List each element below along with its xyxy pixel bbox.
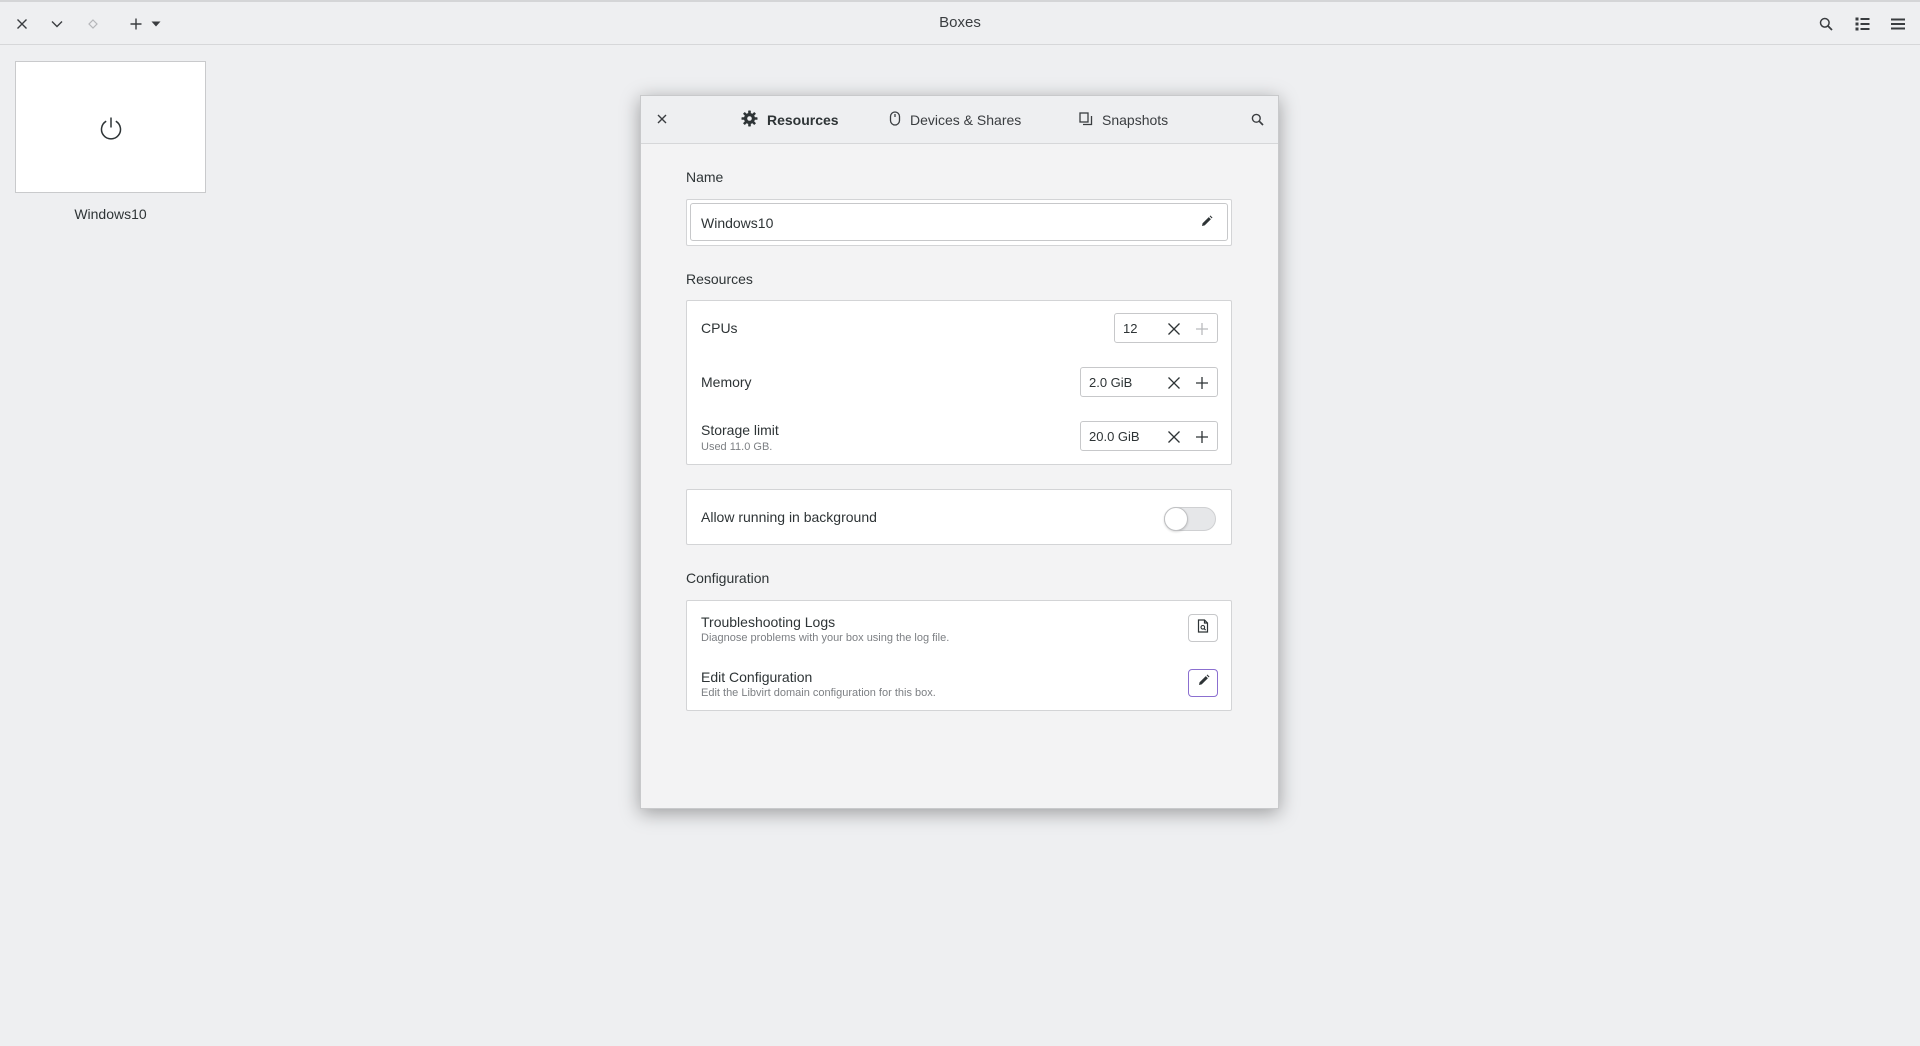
header-bar: Boxes	[0, 0, 1920, 45]
memory-value: 2.0 GiB	[1089, 375, 1133, 390]
cpus-increase-icon[interactable]	[1194, 321, 1210, 337]
dialog-close-icon[interactable]	[652, 109, 672, 129]
resources-section-label: Resources	[686, 271, 753, 287]
resources-card: CPUs 12 Memory 2.0 GiB Storage limit Use…	[686, 300, 1232, 465]
background-card: Allow running in background	[686, 489, 1232, 545]
hamburger-menu-icon[interactable]	[1888, 12, 1908, 36]
configuration-section-label: Configuration	[686, 570, 770, 586]
storage-row: Storage limit Used 11.0 GB. 20.0 GiB	[687, 409, 1231, 465]
tab-devices-shares-label: Devices & Shares	[910, 112, 1022, 128]
dialog-header: Resources Devices & Shares Snapshots	[641, 96, 1278, 144]
mouse-icon	[889, 111, 901, 129]
edit-configuration-row: Edit Configuration Edit the Libvirt doma…	[687, 656, 1231, 711]
edit-configuration-description: Edit the Libvirt domain configuration fo…	[701, 687, 936, 699]
tab-snapshots-label: Snapshots	[1102, 112, 1169, 128]
cpus-row: CPUs 12	[687, 301, 1231, 355]
edit-configuration-label: Edit Configuration	[701, 669, 813, 685]
tab-devices-shares[interactable]: Devices & Shares	[889, 109, 1021, 131]
pencil-icon[interactable]	[1200, 215, 1213, 233]
cpus-spinbutton[interactable]: 12	[1114, 313, 1218, 343]
box-preferences-dialog: Resources Devices & Shares Snapshots Nam…	[640, 95, 1279, 809]
tab-resources[interactable]: Resources	[741, 109, 839, 131]
pencil-icon	[1197, 674, 1210, 692]
storage-decrease-icon[interactable]	[1166, 429, 1182, 445]
storage-value: 20.0 GiB	[1089, 429, 1140, 444]
configuration-card: Troubleshooting Logs Diagnose problems w…	[686, 600, 1232, 711]
storage-spinbutton[interactable]: 20.0 GiB	[1080, 421, 1218, 451]
memory-label: Memory	[701, 374, 752, 390]
search-icon[interactable]	[1816, 12, 1836, 36]
cpus-value: 12	[1123, 321, 1138, 336]
memory-row: Memory 2.0 GiB	[687, 355, 1231, 409]
background-switch[interactable]	[1164, 507, 1216, 531]
cpus-label: CPUs	[701, 320, 738, 336]
troubleshooting-logs-description: Diagnose problems with your box using th…	[701, 632, 950, 644]
background-label: Allow running in background	[701, 509, 877, 525]
list-view-icon[interactable]	[1852, 12, 1872, 36]
memory-increase-icon[interactable]	[1194, 375, 1210, 391]
name-field-value: Windows10	[701, 215, 774, 231]
troubleshooting-logs-button[interactable]	[1188, 614, 1218, 642]
name-section-label: Name	[686, 169, 724, 185]
box-name-label[interactable]: Windows10	[15, 206, 206, 222]
app-title: Boxes	[939, 14, 981, 31]
edit-configuration-button[interactable]	[1188, 669, 1218, 697]
storage-increase-icon[interactable]	[1194, 429, 1210, 445]
name-field[interactable]: Windows10	[690, 203, 1228, 241]
snapshot-icon	[1079, 111, 1093, 129]
troubleshooting-logs-label: Troubleshooting Logs	[701, 614, 836, 630]
box-thumbnail[interactable]	[15, 61, 206, 193]
storage-used-label: Used 11.0 GB.	[701, 441, 773, 453]
tab-resources-label: Resources	[767, 112, 839, 128]
memory-spinbutton[interactable]: 2.0 GiB	[1080, 367, 1218, 397]
dialog-search-icon[interactable]	[1247, 109, 1267, 129]
cpus-decrease-icon[interactable]	[1166, 321, 1182, 337]
power-icon	[98, 115, 124, 146]
name-card: Windows10	[686, 199, 1232, 246]
document-icon	[1197, 618, 1209, 638]
switch-knob	[1164, 507, 1188, 531]
gear-icon	[741, 110, 758, 130]
troubleshooting-logs-row: Troubleshooting Logs Diagnose problems w…	[687, 601, 1231, 656]
storage-label: Storage limit	[701, 422, 779, 438]
tab-snapshots[interactable]: Snapshots	[1079, 109, 1168, 131]
memory-decrease-icon[interactable]	[1166, 375, 1182, 391]
